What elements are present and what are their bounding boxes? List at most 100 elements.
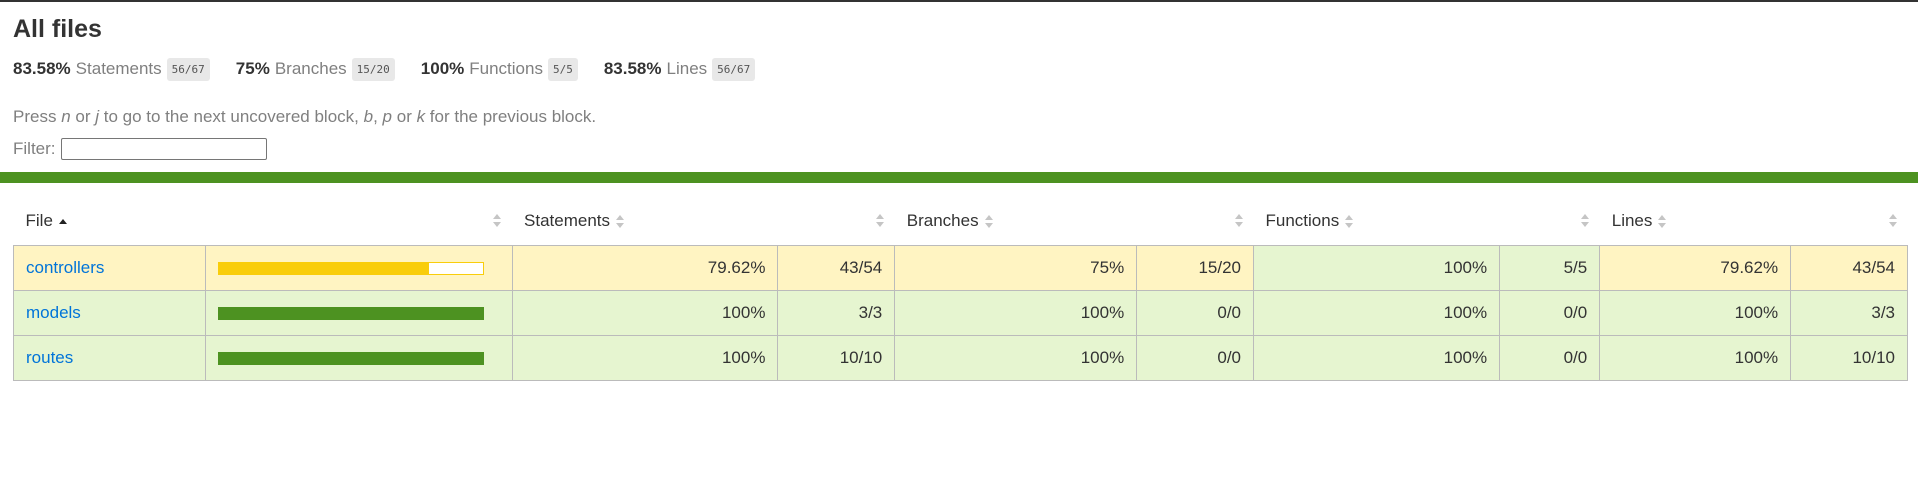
functions-pct: 100%	[1252, 245, 1501, 291]
branches-fraction: 0/0	[1136, 290, 1254, 336]
branches-fraction: 0/0	[1136, 335, 1254, 381]
col-header-bar[interactable]	[205, 197, 512, 246]
summary-lines: 83.58% Lines 56/67	[603, 57, 756, 81]
col-header-file[interactable]: File	[14, 197, 206, 246]
coverage-summary: 83.58% Statements 56/67 75% Branches 15/…	[13, 56, 1905, 82]
lines-fraction: 10/10	[1790, 335, 1908, 381]
col-header-branches-raw[interactable]	[1137, 197, 1254, 246]
coverage-bar	[217, 306, 484, 320]
filter-input[interactable]	[60, 138, 267, 160]
summary-lines-pct: 83.58%	[603, 59, 662, 78]
statements-fraction: 43/54	[777, 245, 896, 291]
statements-fraction: 3/3	[777, 290, 896, 336]
file-link-routes[interactable]: routes	[26, 348, 73, 367]
summary-statements-pct: 83.58%	[13, 59, 71, 78]
hint-text: ,	[373, 107, 383, 126]
summary-functions-pct: 100%	[420, 59, 465, 78]
hint-text: Press	[13, 107, 62, 126]
sort-icon	[1580, 214, 1590, 227]
summary-branches-label: Branches	[274, 59, 347, 78]
lines-pct: 100%	[1599, 290, 1792, 336]
sort-icon	[984, 215, 994, 229]
summary-statements-fraction: 56/67	[166, 57, 210, 81]
sort-icon	[493, 214, 502, 227]
summary-branches: 75% Branches 15/20	[235, 57, 395, 81]
sort-icon	[1888, 214, 1898, 227]
coverage-bar-cell	[204, 335, 513, 381]
summary-functions-fraction: 5/5	[547, 57, 578, 81]
col-header-statements-raw[interactable]	[778, 197, 895, 246]
col-header-functions-raw[interactable]	[1500, 197, 1600, 246]
filter-row: Filter:	[13, 138, 1905, 160]
file-link-models[interactable]: models	[26, 303, 81, 322]
col-header-branches[interactable]: Branches	[895, 197, 1137, 246]
hint-key-p: p	[382, 107, 393, 126]
keyboard-hint: Press n or j to go to the next uncovered…	[13, 106, 1905, 128]
col-header-statements-label: Statements	[524, 211, 611, 230]
functions-pct: 100%	[1252, 290, 1501, 336]
hint-key-k: k	[416, 107, 426, 126]
coverage-bar-fill	[218, 307, 483, 319]
coverage-bar-cell	[204, 290, 513, 336]
filter-label: Filter:	[13, 139, 56, 158]
statements-pct: 100%	[511, 335, 779, 381]
branches-pct: 100%	[894, 290, 1138, 336]
summary-branches-pct: 75%	[235, 59, 270, 78]
sort-asc-icon	[58, 218, 68, 225]
col-header-statements[interactable]: Statements	[512, 197, 778, 246]
branches-pct: 100%	[894, 335, 1138, 381]
hint-key-b: b	[363, 107, 374, 126]
functions-fraction: 0/0	[1499, 290, 1601, 336]
hint-text: for the previous block.	[425, 107, 597, 126]
functions-pct: 100%	[1252, 335, 1501, 381]
sort-icon	[1658, 215, 1667, 229]
summary-statements: 83.58% Statements 56/67	[13, 57, 210, 81]
table-row: models 100% 3/3 100% 0/0 100% 0/0 100% 3…	[13, 290, 1908, 336]
table-header-row: File Statements Branches Functions Lines	[14, 197, 1908, 246]
summary-functions-label: Functions	[469, 59, 543, 78]
hint-text: or	[392, 107, 417, 126]
statements-fraction: 10/10	[777, 335, 896, 381]
col-header-file-label: File	[25, 211, 53, 230]
statements-pct: 100%	[511, 290, 779, 336]
hint-text: or	[70, 107, 96, 126]
coverage-bar	[217, 261, 484, 275]
lines-fraction: 43/54	[1790, 245, 1908, 291]
col-header-functions-label: Functions	[1265, 211, 1340, 230]
col-header-lines-label: Lines	[1611, 211, 1653, 230]
table-row: routes 100% 10/10 100% 0/0 100% 0/0 100%…	[13, 335, 1908, 381]
lines-pct: 100%	[1599, 335, 1792, 381]
coverage-bar	[217, 351, 484, 365]
coverage-table: File Statements Branches Functions Lines…	[13, 197, 1908, 381]
page-title: All files	[13, 15, 102, 43]
lines-pct: 79.62%	[1599, 245, 1792, 291]
file-cell: routes	[13, 335, 206, 381]
sort-icon	[1234, 214, 1244, 227]
functions-fraction: 0/0	[1499, 335, 1601, 381]
col-header-lines-raw[interactable]	[1791, 197, 1908, 246]
lines-fraction: 3/3	[1790, 290, 1908, 336]
file-cell: models	[13, 290, 206, 336]
functions-fraction: 5/5	[1499, 245, 1601, 291]
hint-text: to go to the next uncovered block,	[99, 107, 364, 126]
summary-branches-fraction: 15/20	[351, 57, 395, 81]
summary-lines-label: Lines	[666, 59, 708, 78]
coverage-status-bar	[0, 172, 1918, 183]
coverage-bar-fill	[218, 262, 430, 274]
coverage-bar-fill	[218, 352, 483, 364]
table-row: controllers 79.62% 43/54 75% 15/20 100% …	[13, 245, 1908, 291]
branches-fraction: 15/20	[1136, 245, 1254, 291]
col-header-functions[interactable]: Functions	[1254, 197, 1500, 246]
coverage-bar-cell	[204, 245, 513, 291]
statements-pct: 79.62%	[511, 245, 779, 291]
summary-statements-label: Statements	[75, 59, 162, 78]
sort-icon	[875, 214, 885, 227]
col-header-branches-label: Branches	[906, 211, 979, 230]
file-link-controllers[interactable]: controllers	[26, 258, 104, 277]
sort-icon	[616, 215, 625, 229]
file-cell: controllers	[13, 245, 206, 291]
branches-pct: 75%	[894, 245, 1138, 291]
summary-lines-fraction: 56/67	[712, 57, 756, 81]
col-header-lines[interactable]: Lines	[1600, 197, 1791, 246]
sort-icon	[1345, 215, 1354, 229]
